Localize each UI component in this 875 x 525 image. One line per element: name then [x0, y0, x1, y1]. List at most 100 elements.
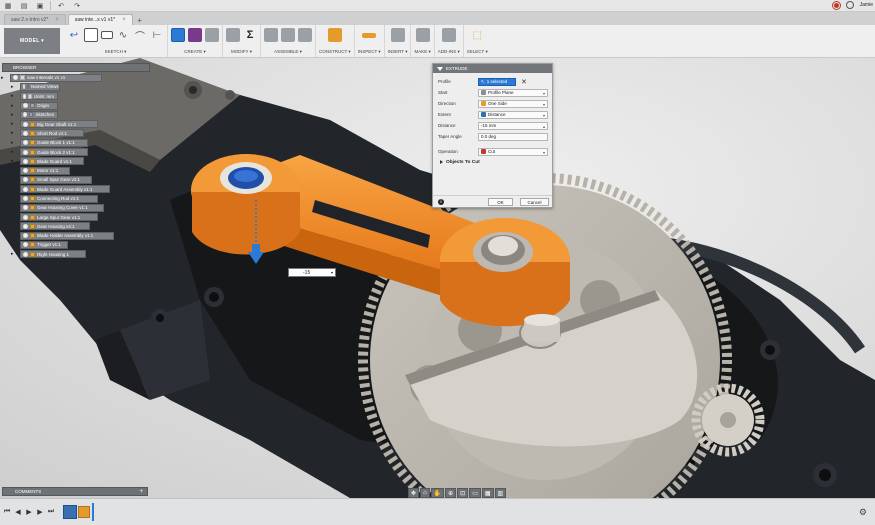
objects-to-cut-section[interactable]: Objects To Cut: [440, 157, 548, 167]
browser-item-pill[interactable]: Guide Block 2 v1:1: [20, 148, 88, 157]
direction-dropdown[interactable]: One Side ▾: [478, 99, 548, 108]
browser-item[interactable]: ▸ Trigger v1:1: [2, 240, 150, 249]
visibility-eye-icon[interactable]: [23, 186, 28, 192]
browser-item-pill[interactable]: Motor v1:1: [20, 166, 70, 175]
dimension-icon[interactable]: ⊢: [150, 28, 164, 42]
browser-item[interactable]: ▸ Motor v1:1: [2, 166, 150, 175]
undo-sketch-icon[interactable]: ↩: [67, 28, 81, 42]
browser-item-pill[interactable]: Gear Housing Cover v1:1: [20, 203, 104, 212]
browser-item-pill[interactable]: Short Rod v1:1: [20, 129, 84, 138]
browser-item-pill[interactable]: Big Gear Shaft v1:1: [20, 120, 98, 129]
assemble-menu[interactable]: ASSEMBLE ▾: [274, 49, 302, 55]
expand-arrow-icon[interactable]: ▸: [11, 121, 17, 127]
ok-button[interactable]: OK: [488, 198, 513, 206]
visibility-eye-icon[interactable]: [23, 196, 28, 201]
timeline-marker[interactable]: [92, 503, 94, 521]
go-to-end-icon[interactable]: ⏭: [47, 507, 55, 517]
browser-item-pill[interactable]: Small Spur Gear v1:1: [20, 175, 92, 184]
workspace-switcher[interactable]: MODEL ▾: [4, 28, 60, 54]
visibility-eye-icon[interactable]: [23, 214, 28, 220]
form-icon[interactable]: [188, 28, 202, 42]
visibility-eye-icon[interactable]: [23, 84, 25, 90]
browser-item[interactable]: ▸ Gear Housing v4:1: [2, 222, 150, 231]
browser-item[interactable]: ▸ Small Spur Gear v1:1: [2, 175, 150, 184]
operation-dropdown[interactable]: Cut ▾: [478, 147, 548, 156]
insert-image-icon[interactable]: [390, 28, 405, 42]
step-back-icon[interactable]: ◀: [14, 507, 22, 517]
expand-arrow-icon[interactable]: ▸: [11, 140, 17, 146]
visibility-eye-icon[interactable]: [13, 75, 18, 81]
expand-arrow-icon[interactable]: ▸: [11, 233, 17, 239]
visibility-eye-icon[interactable]: [23, 242, 28, 248]
visibility-eye-icon[interactable]: [23, 121, 28, 127]
browser-item-pill[interactable]: Blade Guard v1:1: [20, 157, 84, 166]
browser-item[interactable]: ▸ Blade Guard Assembly v1:1: [2, 185, 150, 194]
select-menu[interactable]: SELECT ▾: [467, 49, 488, 55]
zoom-window-icon[interactable]: ⊡: [457, 488, 469, 498]
browser-item-pill[interactable]: Connecting Rod v1:1: [20, 194, 98, 203]
timeline-feature-extrude[interactable]: [78, 506, 90, 518]
browser-item[interactable]: ▸ Named Views: [2, 82, 150, 91]
clock-icon[interactable]: [845, 1, 854, 9]
edit-sketch-icon[interactable]: [84, 28, 98, 42]
visibility-eye-icon[interactable]: [23, 158, 28, 164]
user-name[interactable]: Jamie: [860, 2, 873, 8]
3d-print-icon[interactable]: [415, 28, 430, 42]
expand-arrow-icon[interactable]: ▸: [11, 205, 17, 211]
browser-item[interactable]: ▸ Blade Holder Assembly v1:1: [2, 231, 150, 240]
timeline-feature-component[interactable]: [63, 505, 77, 519]
visibility-eye-icon[interactable]: [23, 168, 28, 174]
browser-item-pill[interactable]: Gear Housing v4:1: [20, 222, 90, 231]
browser-item[interactable]: ▸ Connecting Rod v1:1: [2, 194, 150, 203]
undo-icon[interactable]: ↶: [56, 1, 66, 11]
visibility-eye-icon[interactable]: [23, 112, 28, 118]
browser-item-pill[interactable]: Units: mm: [20, 92, 58, 101]
distance-input[interactable]: -15 mm ▴: [478, 121, 548, 130]
redo-icon[interactable]: ↷: [72, 1, 82, 11]
construct-menu[interactable]: CONSTRUCT ▾: [319, 49, 351, 55]
expand-arrow-icon[interactable]: ▸: [11, 158, 17, 164]
extent-dropdown[interactable]: Distance ▾: [478, 110, 548, 119]
go-to-start-icon[interactable]: ⏮: [3, 507, 11, 517]
as-built-joint-icon[interactable]: [298, 28, 312, 42]
browser-header[interactable]: BROWSER: [2, 63, 150, 72]
close-icon[interactable]: ×: [55, 17, 59, 23]
profile-select[interactable]: ↖ 1 selected: [478, 77, 516, 86]
create-menu[interactable]: CREATE ▾: [184, 49, 205, 55]
insert-menu[interactable]: INSERT ▾: [388, 49, 408, 55]
browser-item-pill[interactable]: Trigger v1:1: [20, 240, 68, 249]
expand-arrow-icon[interactable]: ▸: [11, 149, 17, 155]
viewports-icon[interactable]: ▥: [494, 488, 507, 498]
taper-input[interactable]: 0.0 deg: [478, 132, 548, 141]
visibility-eye-icon[interactable]: [23, 130, 28, 136]
orbit-icon[interactable]: ✥: [408, 488, 420, 498]
chevron-down-icon[interactable]: ▾: [331, 270, 333, 275]
close-icon[interactable]: ×: [122, 17, 126, 23]
display-settings-icon[interactable]: ▭: [469, 488, 481, 498]
modify-menu[interactable]: MODIFY ▾: [231, 49, 252, 55]
grid-icon[interactable]: ▦: [3, 1, 13, 11]
rectangle-icon[interactable]: [101, 31, 113, 39]
comments-panel[interactable]: COMMENTS +: [2, 487, 148, 496]
offset-plane-icon[interactable]: [327, 28, 342, 42]
record-icon[interactable]: [832, 1, 840, 9]
expand-arrow-icon[interactable]: ▸: [11, 93, 17, 99]
arc-icon[interactable]: ⌒: [133, 28, 147, 43]
save-icon[interactable]: ▣: [35, 1, 45, 11]
visibility-eye-icon[interactable]: [23, 149, 28, 155]
expand-arrow-icon[interactable]: ▸: [11, 186, 17, 192]
visibility-eye-icon[interactable]: [23, 223, 28, 229]
distance-heads-up-input[interactable]: -15 ▾: [288, 268, 336, 277]
expand-arrow-icon[interactable]: ▸: [11, 214, 17, 220]
pan-icon[interactable]: ✋: [430, 488, 445, 498]
visibility-eye-icon[interactable]: [23, 140, 28, 146]
browser-item[interactable]: ▸ Origin: [2, 101, 150, 110]
zoom-icon[interactable]: ⊕: [445, 488, 457, 498]
browser-item[interactable]: ▸ Big Gear Shaft v1:1: [2, 119, 150, 129]
sketch-menu[interactable]: SKETCH ▾: [105, 49, 127, 55]
scripts-icon[interactable]: [441, 28, 456, 42]
browser-item[interactable]: ▸ Short Rod v1:1: [2, 129, 150, 138]
visibility-eye-icon[interactable]: [23, 93, 27, 99]
expand-arrow-icon[interactable]: ▸: [11, 168, 17, 174]
expand-arrow-icon[interactable]: ▸: [11, 84, 17, 90]
